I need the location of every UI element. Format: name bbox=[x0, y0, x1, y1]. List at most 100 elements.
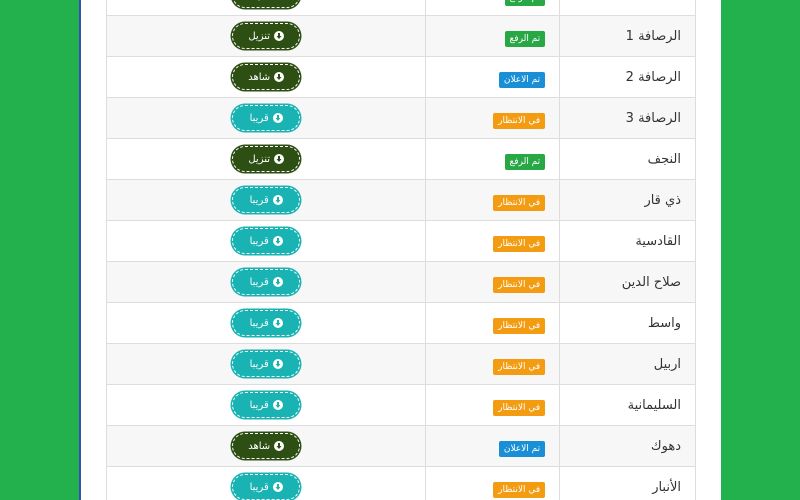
arrow-down-circle-icon bbox=[272, 195, 283, 205]
action-button-label: قريبا bbox=[249, 276, 269, 288]
region-name: الأنبار bbox=[652, 479, 681, 495]
action-button-label: قريبا bbox=[249, 399, 269, 411]
region-name-cell: الرصافة 1 bbox=[559, 15, 696, 57]
arrow-down-circle-icon bbox=[274, 154, 285, 164]
status-cell: تم الرفع bbox=[425, 15, 561, 57]
action-button[interactable]: قريبا bbox=[232, 105, 301, 131]
table-row: دهوك تم الاعلان شاهد bbox=[106, 425, 696, 467]
action-button-label: تنزيل bbox=[248, 30, 271, 42]
action-cell: تنزيل bbox=[106, 0, 427, 16]
action-button-label: قريبا bbox=[249, 235, 269, 247]
status-badge: في الانتظار bbox=[493, 276, 546, 293]
arrow-down-circle-icon bbox=[274, 31, 285, 41]
table-row: اربيل في الانتظار قريبا bbox=[106, 343, 696, 385]
status-badge: تم الاعلان bbox=[498, 71, 546, 88]
table-row: ذي قار في الانتظار قريبا bbox=[106, 179, 696, 221]
table-row: القادسية في الانتظار قريبا bbox=[106, 220, 696, 262]
table-row: الرصافة 3 في الانتظار قريبا bbox=[106, 97, 696, 139]
action-button[interactable]: قريبا bbox=[232, 187, 301, 213]
status-cell: في الانتظار bbox=[425, 466, 561, 500]
arrow-down-circle-icon bbox=[274, 72, 285, 82]
table-row: النجف تم الرفع تنزيل bbox=[106, 138, 696, 180]
results-table-body: تم الرفع تنزيل الرصافة 1 تم الرفع تنزيل bbox=[106, 0, 696, 500]
arrow-down-circle-icon bbox=[272, 113, 283, 123]
action-button-label: قريبا bbox=[249, 112, 269, 124]
table-row: صلاح الدين في الانتظار قريبا bbox=[106, 261, 696, 303]
status-badge: تم الرفع bbox=[504, 30, 546, 47]
region-name-cell: ذي قار bbox=[559, 179, 696, 221]
table-row: واسط في الانتظار قريبا bbox=[106, 302, 696, 344]
region-name: اربيل bbox=[653, 356, 681, 372]
arrow-down-circle-icon bbox=[272, 400, 283, 410]
action-button[interactable]: شاهد bbox=[232, 64, 301, 90]
status-cell: في الانتظار bbox=[425, 384, 561, 426]
status-badge: في الانتظار bbox=[493, 399, 546, 416]
action-button[interactable]: شاهد bbox=[232, 433, 301, 459]
action-button-label: شاهد bbox=[248, 440, 271, 452]
action-button-label: تنزيل bbox=[248, 153, 271, 165]
status-badge: تم الاعلان bbox=[498, 440, 546, 457]
action-button[interactable]: قريبا bbox=[232, 351, 301, 377]
action-button-label: قريبا bbox=[249, 317, 269, 329]
region-name: القادسية bbox=[635, 233, 681, 249]
action-button[interactable]: قريبا bbox=[232, 310, 301, 336]
action-button-label: تنزيل bbox=[248, 0, 270, 1]
region-name: دهوك bbox=[650, 438, 681, 454]
action-button[interactable]: تنزيل bbox=[232, 0, 301, 8]
region-name: الرصافة 3 bbox=[625, 110, 681, 126]
region-name-cell bbox=[559, 0, 696, 16]
region-name: الرصافة 1 bbox=[625, 28, 681, 44]
action-cell: قريبا bbox=[106, 261, 427, 303]
status-cell: في الانتظار bbox=[425, 343, 561, 385]
action-button-label: قريبا bbox=[249, 194, 269, 206]
status-badge: تم الرفع bbox=[504, 153, 546, 170]
action-button-label: قريبا bbox=[249, 481, 269, 493]
action-cell: قريبا bbox=[106, 220, 427, 262]
arrow-down-circle-icon bbox=[272, 318, 283, 328]
region-name: واسط bbox=[647, 315, 681, 331]
region-name-cell: النجف bbox=[559, 138, 696, 180]
action-cell: قريبا bbox=[106, 97, 427, 139]
action-cell: قريبا bbox=[106, 384, 427, 426]
status-cell: تم الرفع bbox=[425, 138, 561, 180]
arrow-down-circle-icon bbox=[272, 482, 283, 492]
status-cell: في الانتظار bbox=[425, 179, 561, 221]
region-name: صلاح الدين bbox=[621, 274, 681, 290]
status-badge: في الانتظار bbox=[493, 481, 546, 498]
action-button-label: شاهد bbox=[248, 71, 271, 83]
region-name-cell: صلاح الدين bbox=[559, 261, 696, 303]
status-cell: في الانتظار bbox=[425, 97, 561, 139]
status-badge: في الانتظار bbox=[493, 358, 546, 375]
action-button[interactable]: تنزيل bbox=[232, 146, 301, 172]
status-cell: تم الاعلان bbox=[425, 425, 561, 467]
table-row: السليمانية في الانتظار قريبا bbox=[106, 384, 696, 426]
action-cell: قريبا bbox=[106, 302, 427, 344]
arrow-down-circle-icon bbox=[274, 441, 285, 451]
action-button[interactable]: قريبا bbox=[232, 474, 301, 500]
region-name-cell: الرصافة 3 bbox=[559, 97, 696, 139]
action-button[interactable]: تنزيل bbox=[232, 23, 301, 49]
action-cell: قريبا bbox=[106, 466, 427, 500]
arrow-down-circle-icon bbox=[272, 236, 283, 246]
region-name: ذي قار bbox=[644, 192, 681, 208]
action-cell: قريبا bbox=[106, 343, 427, 385]
table-row: الرصافة 1 تم الرفع تنزيل bbox=[106, 15, 696, 57]
region-name: الرصافة 2 bbox=[625, 69, 681, 85]
action-cell: تنزيل bbox=[106, 15, 427, 57]
status-badge: في الانتظار bbox=[493, 194, 546, 211]
action-cell: شاهد bbox=[106, 425, 427, 467]
region-name-cell: اربيل bbox=[559, 343, 696, 385]
action-button[interactable]: قريبا bbox=[232, 269, 301, 295]
action-button[interactable]: قريبا bbox=[232, 228, 301, 254]
region-name-cell: الرصافة 2 bbox=[559, 56, 696, 98]
action-cell: شاهد bbox=[106, 56, 427, 98]
status-badge: في الانتظار bbox=[493, 235, 546, 252]
action-button[interactable]: قريبا bbox=[232, 392, 301, 418]
status-cell: تم الرفع bbox=[425, 0, 561, 16]
region-name-cell: دهوك bbox=[559, 425, 696, 467]
table-row: تم الرفع تنزيل bbox=[106, 0, 696, 16]
results-table: تم الرفع تنزيل الرصافة 1 تم الرفع تنزيل bbox=[106, 0, 696, 500]
status-cell: تم الاعلان bbox=[425, 56, 561, 98]
action-button-label: قريبا bbox=[249, 358, 269, 370]
region-name: السليمانية bbox=[627, 397, 681, 413]
